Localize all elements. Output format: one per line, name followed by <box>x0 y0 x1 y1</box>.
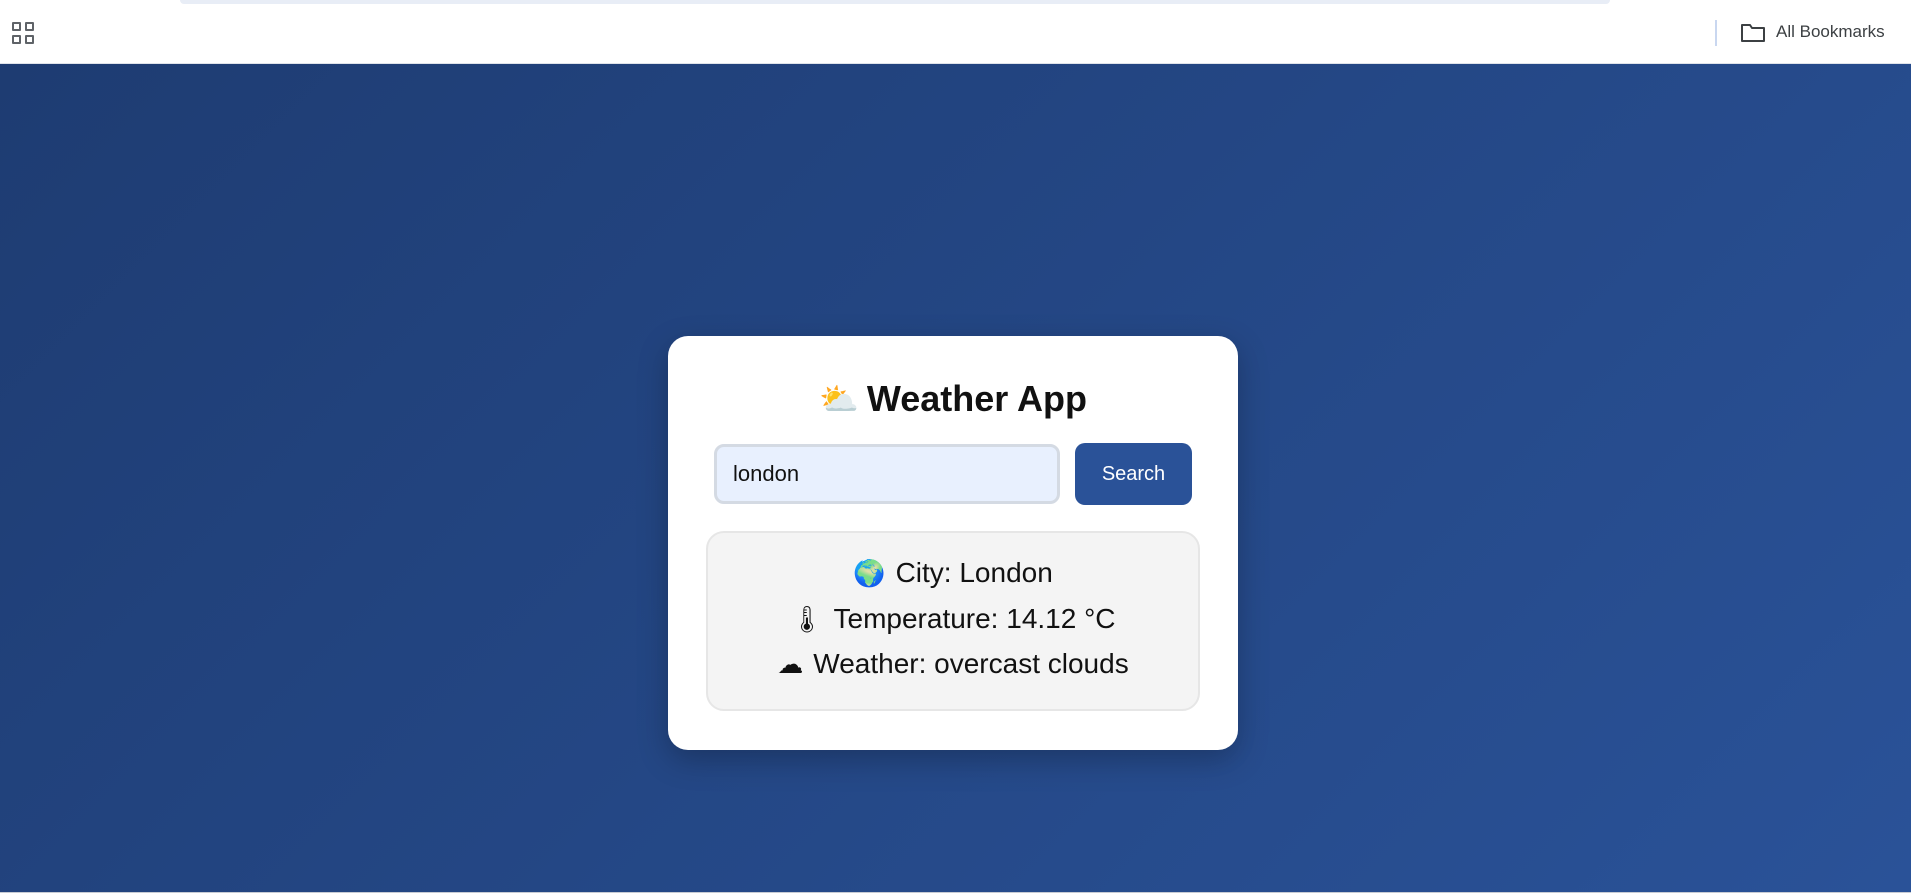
city-search-input[interactable] <box>714 444 1060 504</box>
weather-result-panel: 🌍 City: London 🌡 Temperature: 14.12 °C ☁… <box>706 531 1200 711</box>
weather-card: ⛅ Weather App Search 🌍 City: London 🌡 Te… <box>668 336 1238 750</box>
bookmarks-divider <box>1715 20 1717 46</box>
globe-icon: 🌍 <box>853 557 886 588</box>
bookmarks-bar: All Bookmarks <box>0 0 1911 64</box>
sun-behind-cloud-icon: ⛅ <box>819 381 859 417</box>
search-button[interactable]: Search <box>1075 443 1192 505</box>
apps-grid-icon[interactable] <box>12 22 34 44</box>
app-title: ⛅ Weather App <box>668 378 1238 420</box>
app-title-text: Weather App <box>866 378 1087 419</box>
address-bar-edge <box>180 0 1610 4</box>
weather-result-text: Weather: overcast clouds <box>813 648 1129 679</box>
temperature-result-text: Temperature: 14.12 °C <box>833 603 1116 634</box>
weather-page-background: ⛅ Weather App Search 🌍 City: London 🌡 Te… <box>0 64 1911 893</box>
folder-icon <box>1741 24 1765 42</box>
city-result: 🌍 City: London <box>708 557 1198 589</box>
temperature-result: 🌡 Temperature: 14.12 °C <box>708 603 1198 635</box>
weather-result: ☁ Weather: overcast clouds <box>708 648 1198 680</box>
all-bookmarks-button[interactable]: All Bookmarks <box>1740 18 1885 46</box>
city-result-text: City: London <box>895 557 1053 588</box>
thermometer-icon: 🌡 <box>790 603 824 634</box>
cloud-icon: ☁ <box>777 648 804 679</box>
all-bookmarks-label: All Bookmarks <box>1776 22 1885 41</box>
